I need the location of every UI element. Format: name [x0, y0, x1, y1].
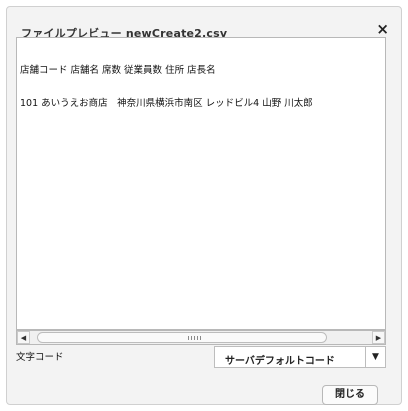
- encoding-select[interactable]: サーバデフォルトコード ▼: [214, 346, 386, 368]
- scrollbar-grip-icon: [188, 336, 202, 340]
- preview-line-row: 101 あいうえお商店 神奈川県横浜市南区 レッドビル4 山野 川太郎: [20, 98, 313, 109]
- encoding-selected-value: サーバデフォルトコード: [225, 356, 335, 367]
- horizontal-scrollbar[interactable]: ◀ ▶: [16, 330, 386, 345]
- chevron-down-icon[interactable]: ▼: [365, 347, 385, 367]
- file-preview-area[interactable]: 店舗コード 店舗名 席数 従業員数 住所 店長名 101 あいうえお商店 神奈川…: [16, 37, 386, 330]
- scroll-left-icon[interactable]: ◀: [17, 331, 30, 344]
- encoding-label: 文字コード: [16, 352, 64, 363]
- scrollbar-thumb[interactable]: [37, 332, 327, 343]
- scroll-right-icon[interactable]: ▶: [372, 331, 385, 344]
- close-button[interactable]: 閉じる: [322, 385, 378, 405]
- preview-line-header: 店舗コード 店舗名 席数 従業員数 住所 店長名: [20, 65, 216, 76]
- preview-content: 店舗コード 店舗名 席数 従業員数 住所 店長名 101 あいうえお商店 神奈川…: [20, 43, 313, 131]
- close-icon[interactable]: ×: [376, 19, 389, 39]
